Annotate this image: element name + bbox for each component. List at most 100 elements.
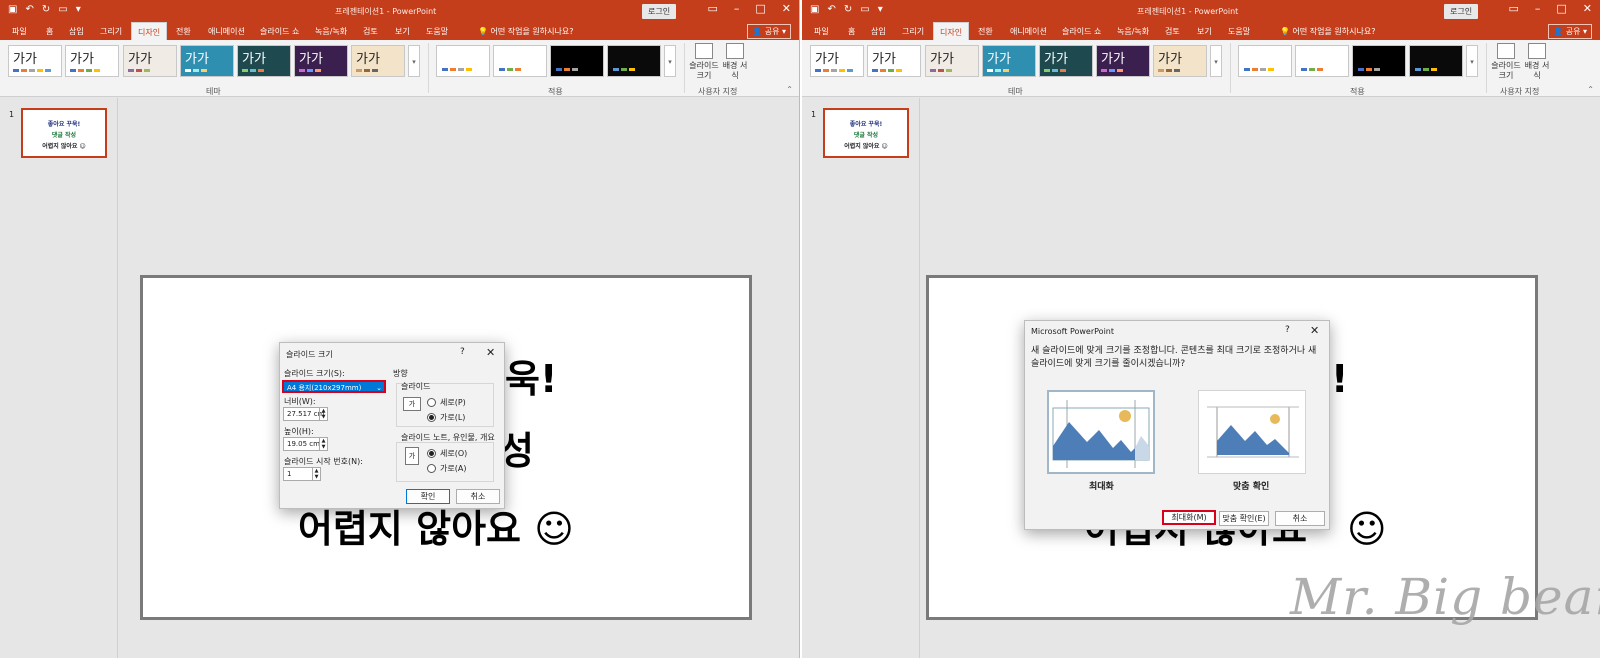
variant-gallery-more[interactable]: ▾ (1466, 45, 1478, 77)
collapse-ribbon-icon[interactable]: ⌃ (1587, 85, 1594, 94)
tab-insert[interactable]: 삽입 (69, 26, 84, 37)
theme-7[interactable]: 가가 (351, 45, 405, 77)
slide-size-button[interactable]: 슬라이드 크기 (1491, 43, 1521, 81)
variant-1[interactable] (436, 45, 490, 77)
theme-4[interactable]: 가가 (180, 45, 234, 77)
ribbon-display-icon[interactable]: ▭ (707, 3, 717, 15)
slide-thumbnail[interactable]: 좋아요 꾸욱! 댓글 작성 어렵지 않아요 ☺ (21, 108, 107, 158)
tab-file[interactable]: 파일 (814, 26, 829, 37)
collapse-ribbon-icon[interactable]: ⌃ (786, 85, 793, 94)
theme-5[interactable]: 가가 (237, 45, 291, 77)
tab-design[interactable]: 디자인 (131, 22, 168, 40)
tab-insert[interactable]: 삽입 (871, 26, 886, 37)
tab-animations[interactable]: 애니메이션 (1010, 26, 1047, 37)
undo-icon[interactable]: ↶ (827, 4, 835, 16)
tab-review[interactable]: 검토 (363, 26, 378, 37)
tab-help[interactable]: 도움말 (1228, 26, 1250, 37)
slide-size-button[interactable]: 슬라이드 크기 (689, 43, 719, 81)
maximize-option[interactable] (1047, 390, 1155, 474)
theme-7[interactable]: 가가 (1153, 45, 1207, 77)
tab-record[interactable]: 녹음/녹화 (315, 26, 347, 37)
theme-2[interactable]: 가가 (867, 45, 921, 77)
close-icon[interactable]: ✕ (1310, 324, 1319, 337)
tab-transitions[interactable]: 전환 (978, 26, 993, 37)
close-icon[interactable]: ✕ (486, 346, 495, 359)
variant-4[interactable] (1409, 45, 1463, 77)
slides-portrait-radio[interactable]: 세로(P) (427, 397, 466, 408)
spinner-icon[interactable]: ▲ ▼ (312, 468, 320, 480)
slide-thumbnail[interactable]: 좋아요 꾸욱! 댓글 작성 어렵지 않아요 ☺ (823, 108, 909, 158)
variant-3[interactable] (550, 45, 604, 77)
theme-5[interactable]: 가가 (1039, 45, 1093, 77)
minimize-icon[interactable]: – (1535, 3, 1541, 15)
tab-home[interactable]: 홈 (848, 26, 855, 37)
theme-6[interactable]: 가가 (294, 45, 348, 77)
slides-landscape-radio[interactable]: 가로(L) (427, 412, 465, 423)
tab-help[interactable]: 도움말 (426, 26, 448, 37)
theme-3[interactable]: 가가 (123, 45, 177, 77)
maximize-icon[interactable]: □ (1556, 3, 1566, 15)
undo-icon[interactable]: ↶ (25, 4, 33, 16)
tab-record[interactable]: 녹음/녹화 (1117, 26, 1149, 37)
share-button[interactable]: 👤 공유 ▾ (1548, 24, 1592, 39)
tab-slideshow[interactable]: 슬라이드 쇼 (1062, 26, 1101, 37)
ensure-fit-button[interactable]: 맞춤 확인(E) (1219, 511, 1269, 526)
redo-icon[interactable]: ↻ (42, 4, 50, 16)
login-button[interactable]: 로그인 (1444, 4, 1479, 19)
theme-6[interactable]: 가가 (1096, 45, 1150, 77)
theme-office[interactable]: 가가 (8, 45, 62, 77)
tab-file[interactable]: 파일 (12, 26, 27, 37)
theme-gallery-more[interactable]: ▾ (1210, 45, 1222, 77)
variant-2[interactable] (1295, 45, 1349, 77)
save-icon[interactable]: ▣ (8, 4, 17, 16)
ok-button[interactable]: 확인 (406, 489, 450, 504)
tab-draw[interactable]: 그리기 (902, 26, 924, 37)
format-background-button[interactable]: 배경 서식 (720, 43, 750, 81)
minimize-icon[interactable]: – (734, 3, 740, 15)
format-background-button[interactable]: 배경 서식 (1522, 43, 1552, 81)
cancel-button[interactable]: 취소 (456, 489, 500, 504)
maximize-icon[interactable]: □ (755, 3, 765, 15)
tab-animations[interactable]: 애니메이션 (208, 26, 245, 37)
customize-qat-icon[interactable]: ▾ (76, 4, 81, 16)
tab-draw[interactable]: 그리기 (100, 26, 122, 37)
variant-1[interactable] (1238, 45, 1292, 77)
width-input[interactable]: 27.517 cm ▲ ▼ (283, 407, 328, 421)
login-button[interactable]: 로그인 (642, 4, 677, 19)
tell-me-box[interactable]: 💡 어떤 작업을 원하시나요? (1280, 26, 1375, 37)
height-input[interactable]: 19.05 cm ▲ ▼ (283, 437, 328, 451)
spinner-icon[interactable]: ▲ ▼ (319, 408, 327, 420)
slide-size-select[interactable]: A4 용지(210x297mm) ⌄ (282, 380, 386, 393)
variant-2[interactable] (493, 45, 547, 77)
ensure-fit-option[interactable] (1198, 390, 1306, 474)
help-icon[interactable]: ? (460, 347, 465, 357)
redo-icon[interactable]: ↻ (844, 4, 852, 16)
variant-4[interactable] (607, 45, 661, 77)
slideshow-icon[interactable]: ▭ (58, 4, 67, 16)
variant-3[interactable] (1352, 45, 1406, 77)
customize-qat-icon[interactable]: ▾ (878, 4, 883, 16)
tab-review[interactable]: 검토 (1165, 26, 1180, 37)
theme-3[interactable]: 가가 (925, 45, 979, 77)
cancel-button[interactable]: 취소 (1275, 511, 1325, 526)
help-icon[interactable]: ? (1285, 325, 1290, 335)
tab-transitions[interactable]: 전환 (176, 26, 191, 37)
tab-home[interactable]: 홈 (46, 26, 53, 37)
ribbon-display-icon[interactable]: ▭ (1508, 3, 1518, 15)
slideshow-icon[interactable]: ▭ (860, 4, 869, 16)
save-icon[interactable]: ▣ (810, 4, 819, 16)
tab-view[interactable]: 보기 (1197, 26, 1212, 37)
notes-portrait-radio[interactable]: 세로(O) (427, 448, 467, 459)
theme-gallery-more[interactable]: ▾ (408, 45, 420, 77)
maximize-button[interactable]: 최대화(M) (1162, 510, 1216, 525)
tab-design[interactable]: 디자인 (933, 22, 970, 40)
theme-2[interactable]: 가가 (65, 45, 119, 77)
theme-4[interactable]: 가가 (982, 45, 1036, 77)
tab-view[interactable]: 보기 (395, 26, 410, 37)
close-icon[interactable]: ✕ (1583, 3, 1592, 15)
theme-office[interactable]: 가가 (810, 45, 864, 77)
close-icon[interactable]: ✕ (782, 3, 791, 15)
notes-landscape-radio[interactable]: 가로(A) (427, 463, 466, 474)
tell-me-box[interactable]: 💡 어떤 작업을 원하시나요? (478, 26, 573, 37)
tab-slideshow[interactable]: 슬라이드 쇼 (260, 26, 299, 37)
